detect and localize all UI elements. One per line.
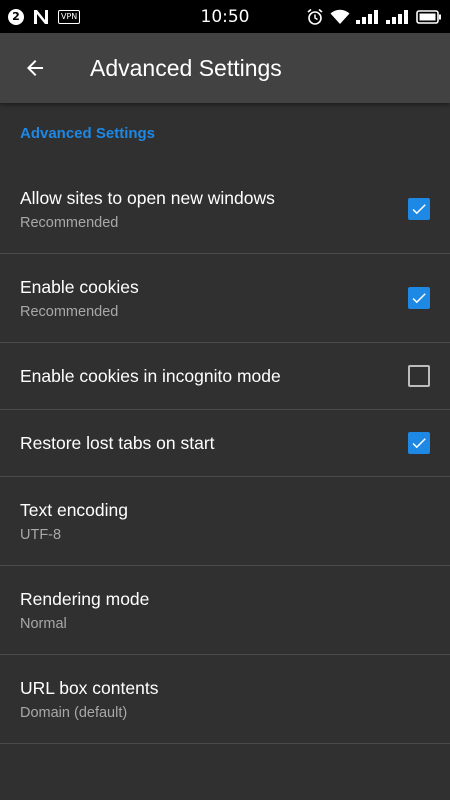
setting-title: Text encoding	[20, 499, 128, 520]
checkbox-checked[interactable]	[408, 198, 430, 220]
n-logo-icon	[34, 9, 48, 24]
vpn-icon: VPN	[58, 9, 81, 24]
settings-list: Advanced Settings Allow sites to open ne…	[0, 103, 450, 744]
checkbox-checked[interactable]	[408, 287, 430, 309]
arrow-back-icon	[27, 60, 43, 76]
check-icon	[412, 204, 426, 215]
setting-title: Allow sites to open new windows	[20, 187, 275, 208]
setting-title: Enable cookies in incognito mode	[20, 365, 281, 386]
alarm-icon	[307, 8, 323, 25]
page-title: Advanced Settings	[90, 54, 282, 81]
setting-summary: Normal	[20, 615, 67, 632]
notification-badge-icon: 2	[8, 8, 24, 25]
setting-summary: Recommended	[20, 214, 119, 231]
back-button[interactable]	[10, 43, 60, 93]
signal-icon	[386, 9, 408, 24]
wifi-icon	[330, 9, 350, 24]
checkbox-checked[interactable]	[408, 432, 430, 454]
section-header: Advanced Settings	[20, 125, 156, 142]
setting-restore-tabs[interactable]: Restore lost tabs on start	[0, 410, 450, 477]
status-bar-left: 2 VPN	[8, 8, 306, 25]
status-bar: 2 VPN 10:50	[0, 0, 450, 33]
setting-title: Restore lost tabs on start	[20, 432, 215, 453]
setting-summary: Recommended	[20, 303, 119, 320]
check-icon	[412, 293, 426, 304]
setting-title: URL box contents	[20, 677, 159, 698]
setting-rendering-mode[interactable]: Rendering mode Normal	[0, 566, 450, 655]
check-icon	[412, 438, 426, 449]
setting-incognito-cookies[interactable]: Enable cookies in incognito mode	[0, 343, 450, 410]
setting-summary: UTF-8	[20, 526, 62, 543]
setting-summary: Domain (default)	[20, 704, 128, 721]
setting-allow-new-windows[interactable]: Allow sites to open new windows Recommen…	[0, 165, 450, 254]
setting-title: Enable cookies	[20, 276, 139, 297]
setting-enable-cookies[interactable]: Enable cookies Recommended	[0, 254, 450, 343]
battery-icon	[416, 9, 441, 24]
status-bar-right	[306, 8, 442, 26]
signal-icon	[356, 9, 378, 24]
checkbox-unchecked[interactable]	[408, 365, 430, 387]
setting-url-box-contents[interactable]: URL box contents Domain (default)	[0, 655, 450, 744]
setting-text-encoding[interactable]: Text encoding UTF-8	[0, 477, 450, 566]
app-toolbar: Advanced Settings	[0, 33, 450, 103]
setting-title: Rendering mode	[20, 588, 150, 609]
